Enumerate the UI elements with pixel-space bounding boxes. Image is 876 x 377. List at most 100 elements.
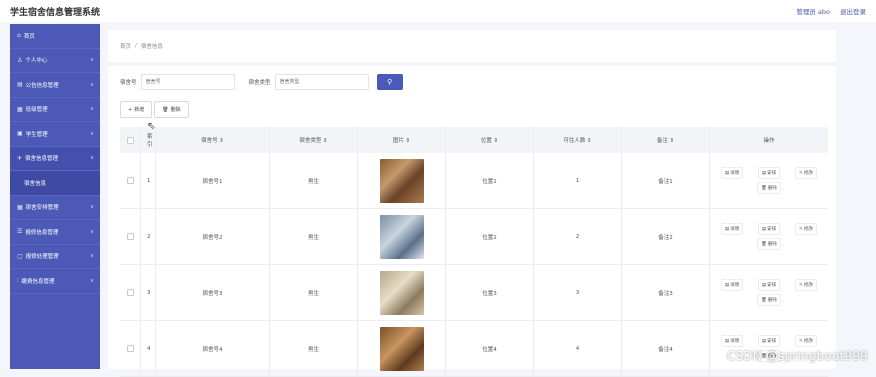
cell-image	[358, 321, 446, 376]
chevron-down-icon: ∨	[90, 131, 94, 137]
edit-icon: ✎	[799, 283, 803, 288]
add-button[interactable]: +新增	[120, 101, 152, 118]
room-input[interactable]	[141, 74, 235, 90]
select-all-checkbox[interactable]	[127, 137, 134, 144]
repair-icon: ☰	[17, 228, 22, 235]
trash-icon: 🗑	[761, 186, 767, 191]
sidebar-item-repair[interactable]: ☰报修信息管理∨	[10, 220, 100, 245]
cell-location: 位置4	[446, 321, 534, 376]
edit-button[interactable]: ✎修改	[795, 335, 817, 347]
dorm-photo[interactable]	[380, 327, 424, 371]
header-image[interactable]: 图片 ⇕	[358, 127, 446, 153]
arrange-button[interactable]: ▤安排	[758, 335, 780, 347]
cell-capacity: 1	[534, 153, 622, 208]
edit-button[interactable]: ✎修改	[795, 223, 817, 235]
mouse-cursor: ⇖	[147, 121, 155, 132]
sidebar-item-payment[interactable]: ⫶缴费信息管理∨	[10, 269, 100, 294]
cell-note: 备注3	[622, 265, 710, 320]
sidebar-item-classes[interactable]: ▦班级管理∨	[10, 98, 100, 123]
search-button[interactable]: ⚲	[377, 74, 403, 90]
watermark: CSDN @springboot999	[727, 349, 868, 363]
cell-type: 男生	[270, 265, 358, 320]
search-icon: ⚲	[387, 78, 392, 86]
header-location[interactable]: 位置 ⇕	[446, 127, 534, 153]
sidebar-item-students[interactable]: ▣学生管理∨	[10, 122, 100, 147]
cell-room: 宿舍号3	[156, 265, 270, 320]
row-delete-button[interactable]: 🗑删除	[757, 238, 781, 250]
chevron-down-icon: ∨	[90, 229, 94, 235]
header-room[interactable]: 宿舍号 ⇕	[156, 127, 270, 153]
header-actions: 操作	[710, 127, 828, 153]
trash-icon: 🗑	[761, 242, 767, 247]
logout-link[interactable]: 退出登录	[840, 6, 866, 16]
arrange-button[interactable]: ▤安排	[758, 279, 780, 291]
header-note[interactable]: 备注 ⇕	[622, 127, 710, 153]
plus-icon: +	[128, 107, 132, 113]
edit-button[interactable]: ✎修改	[795, 167, 817, 179]
cell-type: 男生	[270, 153, 358, 208]
arrange-button[interactable]: ▤安排	[758, 223, 780, 235]
row-checkbox[interactable]	[127, 289, 134, 296]
cell-location: 位置3	[446, 265, 534, 320]
cell-index: 3	[141, 265, 156, 320]
sidebar-item-arrangement[interactable]: ▦宿舍安排管理∨	[10, 196, 100, 221]
dorm-photo[interactable]	[380, 215, 424, 259]
notice-icon: ▤	[17, 81, 23, 88]
dorm-photo[interactable]	[380, 271, 424, 315]
table-row: 1 宿舍号1 男生 位置1 1 备注1 ▤详情 ▤安排 ✎修改 🗑删除	[120, 153, 828, 209]
arrange-button[interactable]: ▤安排	[758, 167, 780, 179]
doc-icon: ▤	[725, 283, 729, 288]
cell-room: 宿舍号2	[156, 209, 270, 264]
breadcrumb-home[interactable]: 首页	[120, 42, 131, 50]
sidebar-item-profile[interactable]: ♙个人中心∨	[10, 49, 100, 74]
row-delete-button[interactable]: 🗑删除	[757, 182, 781, 194]
cell-type: 男生	[270, 209, 358, 264]
edit-icon: ✎	[799, 339, 803, 344]
row-checkbox[interactable]	[127, 233, 134, 240]
row-checkbox-cell	[120, 265, 141, 320]
header-checkbox-cell	[120, 127, 141, 153]
edit-button[interactable]: ✎修改	[795, 279, 817, 291]
sidebar-item-home[interactable]: ⌂首页	[10, 24, 100, 49]
sidebar-item-repair-process[interactable]: ▢报修处理管理∨	[10, 245, 100, 270]
cell-location: 位置2	[446, 209, 534, 264]
row-checkbox[interactable]	[127, 177, 134, 184]
payment-icon: ⫶	[17, 277, 19, 285]
dorm-photo[interactable]	[380, 159, 424, 203]
cell-index: 4	[141, 321, 156, 376]
detail-button[interactable]: ▤详情	[721, 167, 743, 179]
trash-icon: 🗑	[162, 107, 168, 113]
cell-actions: ▤详情 ▤安排 ✎修改 🗑删除	[710, 265, 828, 320]
row-delete-button[interactable]: 🗑删除	[757, 294, 781, 306]
type-input[interactable]	[275, 74, 369, 90]
submenu-dorm-info[interactable]: 宿舍信息	[10, 171, 100, 196]
trash-icon: 🗑	[761, 298, 767, 303]
row-checkbox[interactable]	[127, 345, 134, 352]
detail-button[interactable]: ▤详情	[721, 335, 743, 347]
sidebar-item-dorms[interactable]: ✈宿舍信息管理∧	[10, 147, 100, 172]
sidebar: ⌂首页 ♙个人中心∨ ▤公告信息管理∨ ▦班级管理∨ ▣学生管理∨ ✈宿舍信息管…	[10, 24, 100, 369]
cell-image	[358, 153, 446, 208]
header-capacity[interactable]: 可住人数 ⇕	[534, 127, 622, 153]
cell-capacity: 2	[534, 209, 622, 264]
breadcrumb: 首页 / 宿舍信息	[108, 30, 836, 62]
breadcrumb-separator: /	[135, 43, 137, 49]
type-label: 宿舍类型	[249, 78, 271, 86]
app-title: 学生宿舍信息管理系统	[10, 5, 100, 18]
detail-button[interactable]: ▤详情	[721, 223, 743, 235]
user-icon: ♙	[17, 57, 22, 64]
cell-image	[358, 265, 446, 320]
main-panel: 宿舍号 宿舍类型 ⚲ +新增 🗑删除 索引 宿舍号 ⇕ 宿舍类型 ⇕ 图片 ⇕ …	[108, 66, 836, 369]
delete-button[interactable]: 🗑删除	[154, 101, 188, 118]
cell-capacity: 4	[534, 321, 622, 376]
header-type[interactable]: 宿舍类型 ⇕	[270, 127, 358, 153]
top-bar: 学生宿舍信息管理系统 管理员 abo 退出登录	[0, 0, 876, 22]
sidebar-item-notices[interactable]: ▤公告信息管理∨	[10, 73, 100, 98]
detail-button[interactable]: ▤详情	[721, 279, 743, 291]
breadcrumb-current: 宿舍信息	[141, 42, 163, 50]
chevron-down-icon: ∨	[90, 278, 94, 284]
user-label[interactable]: 管理员 abo	[796, 6, 830, 16]
action-bar: +新增 🗑删除	[120, 101, 189, 118]
dorm-table: 索引 宿舍号 ⇕ 宿舍类型 ⇕ 图片 ⇕ 位置 ⇕ 可住人数 ⇕ 备注 ⇕ 操作…	[120, 127, 828, 377]
home-icon: ⌂	[17, 32, 21, 39]
